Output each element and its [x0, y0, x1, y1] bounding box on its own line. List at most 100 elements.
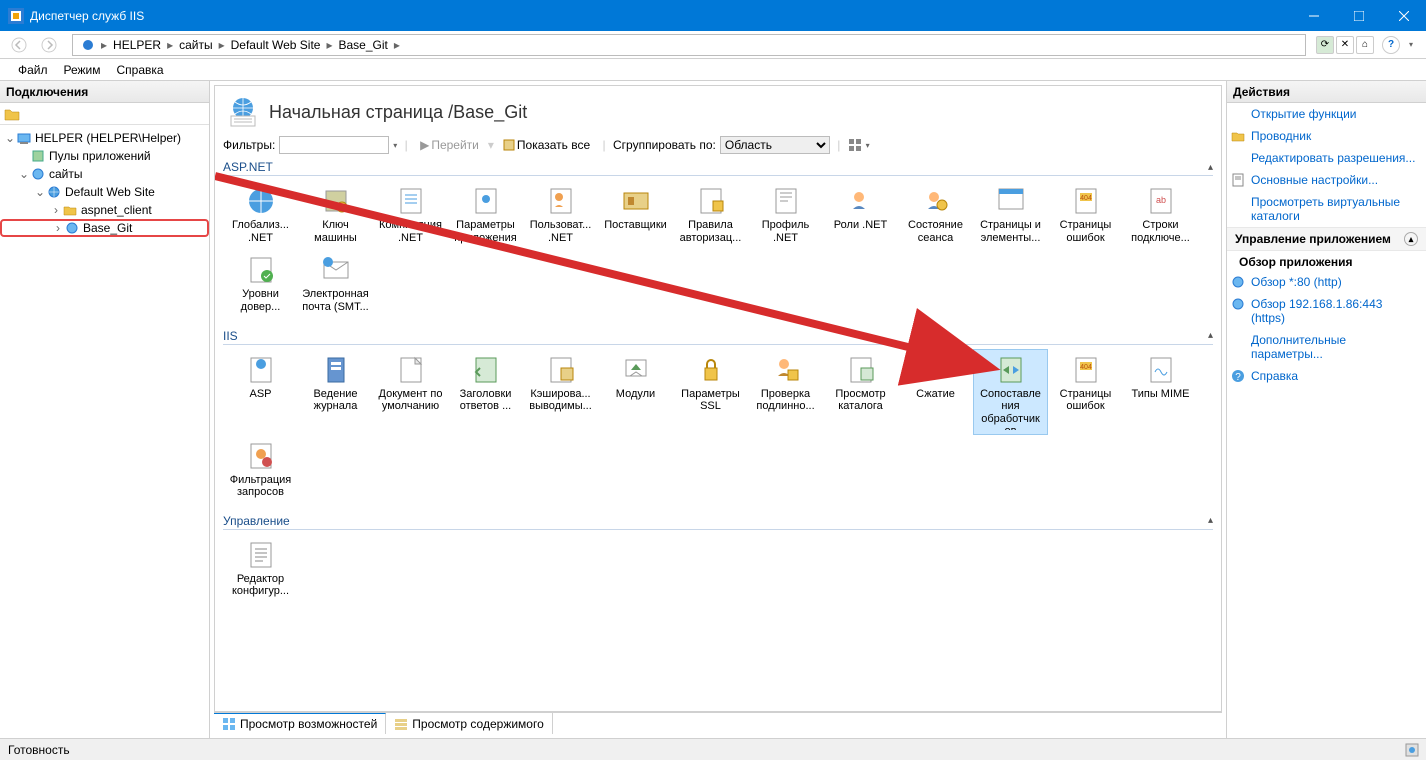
feature-label: Профиль .NET — [751, 219, 820, 244]
breadcrumb[interactable]: ▸ HELPER▸ сайты▸ Default Web Site▸ Base_… — [72, 34, 1306, 56]
show-all-button[interactable]: Показать все — [498, 136, 595, 154]
feature-item[interactable]: Компиляция .NET — [373, 180, 448, 249]
breadcrumb-home-icon[interactable] — [77, 35, 99, 55]
feature-label: Модули — [616, 388, 655, 401]
feature-item[interactable]: Правила авторизац... — [673, 180, 748, 249]
collapse-icon[interactable]: ⌄ — [34, 185, 46, 199]
dropdown-icon[interactable]: ▾ — [1402, 36, 1420, 54]
actions-header: Действия — [1227, 81, 1426, 103]
feature-item[interactable]: Документ по умолчанию — [373, 349, 448, 435]
chevron-up-icon[interactable]: ▴ — [1404, 232, 1418, 246]
filter-input[interactable] — [279, 136, 389, 154]
group-header-aspnet[interactable]: ASP.NET ▴ — [223, 160, 1213, 176]
feature-item[interactable]: Уровни довер... — [223, 249, 298, 318]
config-icon[interactable] — [1404, 742, 1426, 758]
breadcrumb-item[interactable]: HELPER — [109, 35, 165, 55]
feature-item[interactable]: Редактор конфигур... — [223, 534, 298, 603]
feature-item[interactable]: 404Страницы ошибок — [1048, 349, 1123, 435]
action-basic-settings[interactable]: Основные настройки... — [1227, 169, 1426, 191]
tree-server-node[interactable]: ⌄ HELPER (HELPER\Helper) — [0, 129, 209, 147]
tree-label: Пулы приложений — [49, 149, 151, 163]
action-browse-http[interactable]: Обзор *:80 (http) — [1227, 271, 1426, 293]
go-button[interactable]: ▶ Перейти — [415, 136, 484, 154]
collapse-icon[interactable]: ⌄ — [18, 167, 30, 181]
folder-icon[interactable] — [4, 106, 20, 122]
action-open-feature[interactable]: Открытие функции — [1227, 103, 1426, 125]
actions-panel: Действия Открытие функции Проводник Реда… — [1226, 81, 1426, 738]
group-header-iis[interactable]: IIS ▴ — [223, 329, 1213, 345]
action-group-app-manage[interactable]: Управление приложением ▴ — [1227, 227, 1426, 251]
feature-item[interactable]: Модули — [598, 349, 673, 435]
feature-item[interactable]: Профиль .NET — [748, 180, 823, 249]
stop-icon[interactable]: ✕ — [1336, 36, 1354, 54]
action-explorer[interactable]: Проводник — [1227, 125, 1426, 147]
action-edit-permissions[interactable]: Редактировать разрешения... — [1227, 147, 1426, 169]
expand-icon[interactable]: › — [52, 221, 64, 235]
feature-icon — [245, 354, 277, 386]
close-button[interactable] — [1381, 0, 1426, 31]
chevron-up-icon[interactable]: ▴ — [1208, 330, 1213, 341]
refresh-icon[interactable]: ⟳ — [1316, 36, 1334, 54]
action-view-vdirs[interactable]: Просмотреть виртуальные каталоги — [1227, 191, 1426, 227]
feature-item[interactable]: Поставщики — [598, 180, 673, 249]
dropdown-icon[interactable]: ▾ — [393, 141, 397, 150]
expand-icon[interactable]: › — [50, 203, 62, 217]
collapse-icon[interactable]: ⌄ — [4, 131, 16, 145]
menu-mode[interactable]: Режим — [56, 61, 109, 79]
tree-app-pools[interactable]: Пулы приложений — [0, 147, 209, 165]
feature-item[interactable]: Сжатие — [898, 349, 973, 435]
action-browse-https[interactable]: Обзор 192.168.1.86:443 (https) — [1227, 293, 1426, 329]
breadcrumb-item[interactable]: сайты — [175, 35, 217, 55]
group-by-select[interactable]: Область — [720, 136, 830, 154]
feature-item[interactable]: Ведение журнала — [298, 349, 373, 435]
tree-base-git[interactable]: › Base_Git — [0, 219, 209, 237]
back-button[interactable] — [6, 34, 32, 56]
feature-item[interactable]: abСтроки подключе... — [1123, 180, 1198, 249]
feature-item[interactable]: Просмотр каталога — [823, 349, 898, 435]
feature-item[interactable]: Глобализ... .NET — [223, 180, 298, 249]
status-text: Готовность — [8, 743, 70, 757]
feature-item[interactable]: Проверка подлинно... — [748, 349, 823, 435]
filter-bar: Фильтры: ▾ | ▶ Перейти ▾ Показать все | … — [215, 134, 1221, 160]
feature-item[interactable]: Пользоват... .NET — [523, 180, 598, 249]
tab-features[interactable]: Просмотр возможностей — [214, 713, 386, 734]
feature-item[interactable]: Сопоставле ния обработчик ов — [973, 349, 1048, 435]
feature-item[interactable]: ASP — [223, 349, 298, 435]
feature-item[interactable]: 404Страницы ошибок — [1048, 180, 1123, 249]
action-advanced-settings[interactable]: Дополнительные параметры... — [1227, 329, 1426, 365]
feature-icon — [995, 354, 1027, 386]
home-icon[interactable]: ⌂ — [1356, 36, 1374, 54]
feature-item[interactable]: Электронная почта (SMT... — [298, 249, 373, 318]
feature-item[interactable]: Заголовки ответов ... — [448, 349, 523, 435]
help-icon[interactable]: ? — [1382, 36, 1400, 54]
forward-button[interactable] — [36, 34, 62, 56]
view-icon[interactable] — [848, 138, 862, 152]
feature-item[interactable]: Ключ машины — [298, 180, 373, 249]
tab-content[interactable]: Просмотр содержимого — [386, 713, 552, 734]
menu-file[interactable]: Файл — [10, 61, 56, 79]
breadcrumb-item[interactable]: Default Web Site — [227, 35, 325, 55]
feature-item[interactable]: Роли .NET — [823, 180, 898, 249]
page-title: Начальная страница /Base_Git — [269, 102, 527, 123]
feature-item[interactable]: Параметры SSL — [673, 349, 748, 435]
group-header-manage[interactable]: Управление ▴ — [223, 514, 1213, 530]
connections-tree: ⌄ HELPER (HELPER\Helper) Пулы приложений… — [0, 125, 209, 738]
tree-aspnet-client[interactable]: › aspnet_client — [0, 201, 209, 219]
tree-sites[interactable]: ⌄ сайты — [0, 165, 209, 183]
nav-toolbar-icons: ⟳ ✕ ⌂ ? ▾ — [1310, 36, 1426, 54]
tree-default-site[interactable]: ⌄ Default Web Site — [0, 183, 209, 201]
chevron-up-icon[interactable]: ▴ — [1208, 515, 1213, 526]
feature-item[interactable]: Типы MIME — [1123, 349, 1198, 435]
feature-item[interactable]: Страницы и элементы... — [973, 180, 1048, 249]
minimize-button[interactable] — [1291, 0, 1336, 31]
chevron-up-icon[interactable]: ▴ — [1208, 162, 1213, 173]
action-help[interactable]: ? Справка — [1227, 365, 1426, 387]
maximize-button[interactable] — [1336, 0, 1381, 31]
feature-item[interactable]: Состояние сеанса — [898, 180, 973, 249]
feature-item[interactable]: Параметры приложения — [448, 180, 523, 249]
breadcrumb-item[interactable]: Base_Git — [334, 35, 391, 55]
feature-item[interactable]: Фильтрация запросов — [223, 435, 298, 504]
menu-help[interactable]: Справка — [109, 61, 172, 79]
group-manage: Управление ▴ Редактор конфигур... — [215, 514, 1221, 613]
feature-item[interactable]: Кэширова... выводимы... — [523, 349, 598, 435]
